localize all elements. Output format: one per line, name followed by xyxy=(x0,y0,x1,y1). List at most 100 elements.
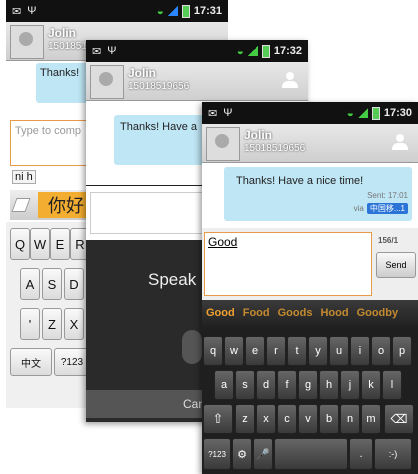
key-e[interactable]: e xyxy=(245,336,265,366)
suggestion-item[interactable]: Goods xyxy=(278,307,313,319)
signal-icon xyxy=(357,108,368,118)
key-w[interactable]: W xyxy=(30,228,50,260)
key-n[interactable]: n xyxy=(340,404,360,434)
notification-icon: ✉ xyxy=(208,107,218,120)
notification-icon: ✉ xyxy=(12,5,22,18)
battery-icon xyxy=(261,44,270,58)
phone-screen-3: ✉ Ψ ◒ 17:30 Jolin 15018519656 Thanks! Ha… xyxy=(202,102,418,474)
status-bar: ✉ Ψ ◒ 17:30 xyxy=(202,102,418,124)
key-r[interactable]: r xyxy=(266,336,286,366)
key-p[interactable]: p xyxy=(392,336,412,366)
key-t[interactable]: t xyxy=(287,336,307,366)
status-bar: ✉ Ψ ◒ 17:31 xyxy=(6,0,228,22)
key-y[interactable]: y xyxy=(308,336,328,366)
notification-icon: ✉ xyxy=(92,45,102,58)
contact-number: 15018519656 xyxy=(244,143,306,154)
microphone-icon[interactable] xyxy=(182,330,202,364)
compose-text: Good xyxy=(208,235,238,249)
via-label: via xyxy=(353,204,364,213)
signal-icon xyxy=(247,46,258,56)
message-bubble[interactable]: Thanks! Have a nice time! Sent: 17:01 vi… xyxy=(224,167,412,221)
battery-icon xyxy=(371,106,380,120)
key-o[interactable]: o xyxy=(371,336,391,366)
keyboard: Good Food Goods Hood Goodby q w e r t y … xyxy=(202,300,418,474)
wifi-icon: ◒ xyxy=(156,4,164,18)
space-key[interactable] xyxy=(274,438,348,470)
contact-header[interactable]: Jolin 15018519656 xyxy=(202,124,418,163)
key-symbols[interactable]: ?123 xyxy=(54,348,90,376)
shift-key-icon[interactable]: ⇧ xyxy=(203,404,233,434)
suggestion-item[interactable]: Good xyxy=(206,307,235,319)
message-text: Thanks! Have a xyxy=(120,121,198,133)
key-s[interactable]: S xyxy=(42,268,62,300)
key-g[interactable]: g xyxy=(298,370,318,400)
carrier-badge: 中国移...1 xyxy=(366,203,408,214)
key-x[interactable]: X xyxy=(64,308,84,340)
suggestion-item[interactable]: Goodby xyxy=(357,307,399,319)
key-s[interactable]: s xyxy=(235,370,255,400)
avatar xyxy=(90,65,124,99)
key-m[interactable]: m xyxy=(361,404,381,434)
usb-icon: Ψ xyxy=(27,5,37,17)
key-i[interactable]: i xyxy=(350,336,370,366)
person-icon[interactable] xyxy=(282,72,298,88)
key-z[interactable]: z xyxy=(235,404,255,434)
key-l[interactable]: l xyxy=(382,370,402,400)
key-q[interactable]: q xyxy=(203,336,223,366)
contact-number: 15018519656 xyxy=(128,81,190,92)
speak-prompt: Speak xyxy=(148,270,197,289)
key-j[interactable]: j xyxy=(340,370,360,400)
battery-icon xyxy=(181,4,190,18)
clock: 17:31 xyxy=(193,5,222,17)
message-text: Thanks! xyxy=(40,67,80,79)
contact-name: Jolin xyxy=(244,128,273,142)
signal-icon xyxy=(167,6,178,16)
message-thread: Thanks! Have a nice time! Sent: 17:01 vi… xyxy=(202,163,418,227)
sent-time: Sent: 17:01 xyxy=(367,191,408,200)
key-e[interactable]: E xyxy=(50,228,70,260)
contact-name: Jolin xyxy=(48,26,77,40)
key-d[interactable]: d xyxy=(256,370,276,400)
pinyin-text: ni h xyxy=(12,170,36,184)
status-bar: ✉ Ψ ◒ 17:32 xyxy=(86,40,308,62)
contact-name: Jolin xyxy=(128,66,157,80)
suggestion-item[interactable]: Food xyxy=(243,307,270,319)
key-smiley[interactable]: :-) xyxy=(374,438,412,470)
key-c[interactable]: c xyxy=(277,404,297,434)
key-apostrophe[interactable]: ' xyxy=(20,308,40,340)
backspace-arrow-icon[interactable] xyxy=(11,198,31,212)
key-k[interactable]: k xyxy=(361,370,381,400)
message-text: Thanks! Have a nice time! xyxy=(236,175,364,187)
key-chinese-mode[interactable]: 中文 xyxy=(10,348,52,376)
key-d[interactable]: D xyxy=(64,268,84,300)
key-b[interactable]: b xyxy=(319,404,339,434)
key-z[interactable]: Z xyxy=(42,308,62,340)
key-f[interactable]: f xyxy=(277,370,297,400)
key-v[interactable]: v xyxy=(298,404,318,434)
send-button[interactable]: Send xyxy=(376,252,416,278)
key-period[interactable]: . xyxy=(349,438,373,470)
key-w[interactable]: w xyxy=(224,336,244,366)
compose-field[interactable]: Good xyxy=(204,232,372,296)
person-icon[interactable] xyxy=(392,134,408,150)
key-a[interactable]: A xyxy=(20,268,40,300)
key-symbols[interactable]: ?123 xyxy=(203,438,231,470)
key-u[interactable]: u xyxy=(329,336,349,366)
key-a[interactable]: a xyxy=(214,370,234,400)
suggestion-item[interactable]: Hood xyxy=(320,307,348,319)
key-x[interactable]: x xyxy=(256,404,276,434)
clock: 17:32 xyxy=(273,45,302,57)
wifi-icon: ◒ xyxy=(236,44,244,58)
char-counter: 156/1 xyxy=(378,236,399,245)
contact-header[interactable]: Jolin 15018519656 xyxy=(86,62,308,101)
settings-key-icon[interactable]: ⚙ xyxy=(232,438,252,470)
clock: 17:30 xyxy=(383,107,412,119)
backspace-key-icon[interactable]: ⌫ xyxy=(384,404,414,434)
avatar xyxy=(10,25,44,59)
avatar xyxy=(206,127,240,161)
microphone-key-icon[interactable]: 🎤 xyxy=(253,438,273,470)
key-q[interactable]: Q xyxy=(10,228,30,260)
suggestion-bar: Good Food Goods Hood Goodby xyxy=(202,300,418,326)
key-h[interactable]: h xyxy=(319,370,339,400)
usb-icon: Ψ xyxy=(107,45,117,57)
